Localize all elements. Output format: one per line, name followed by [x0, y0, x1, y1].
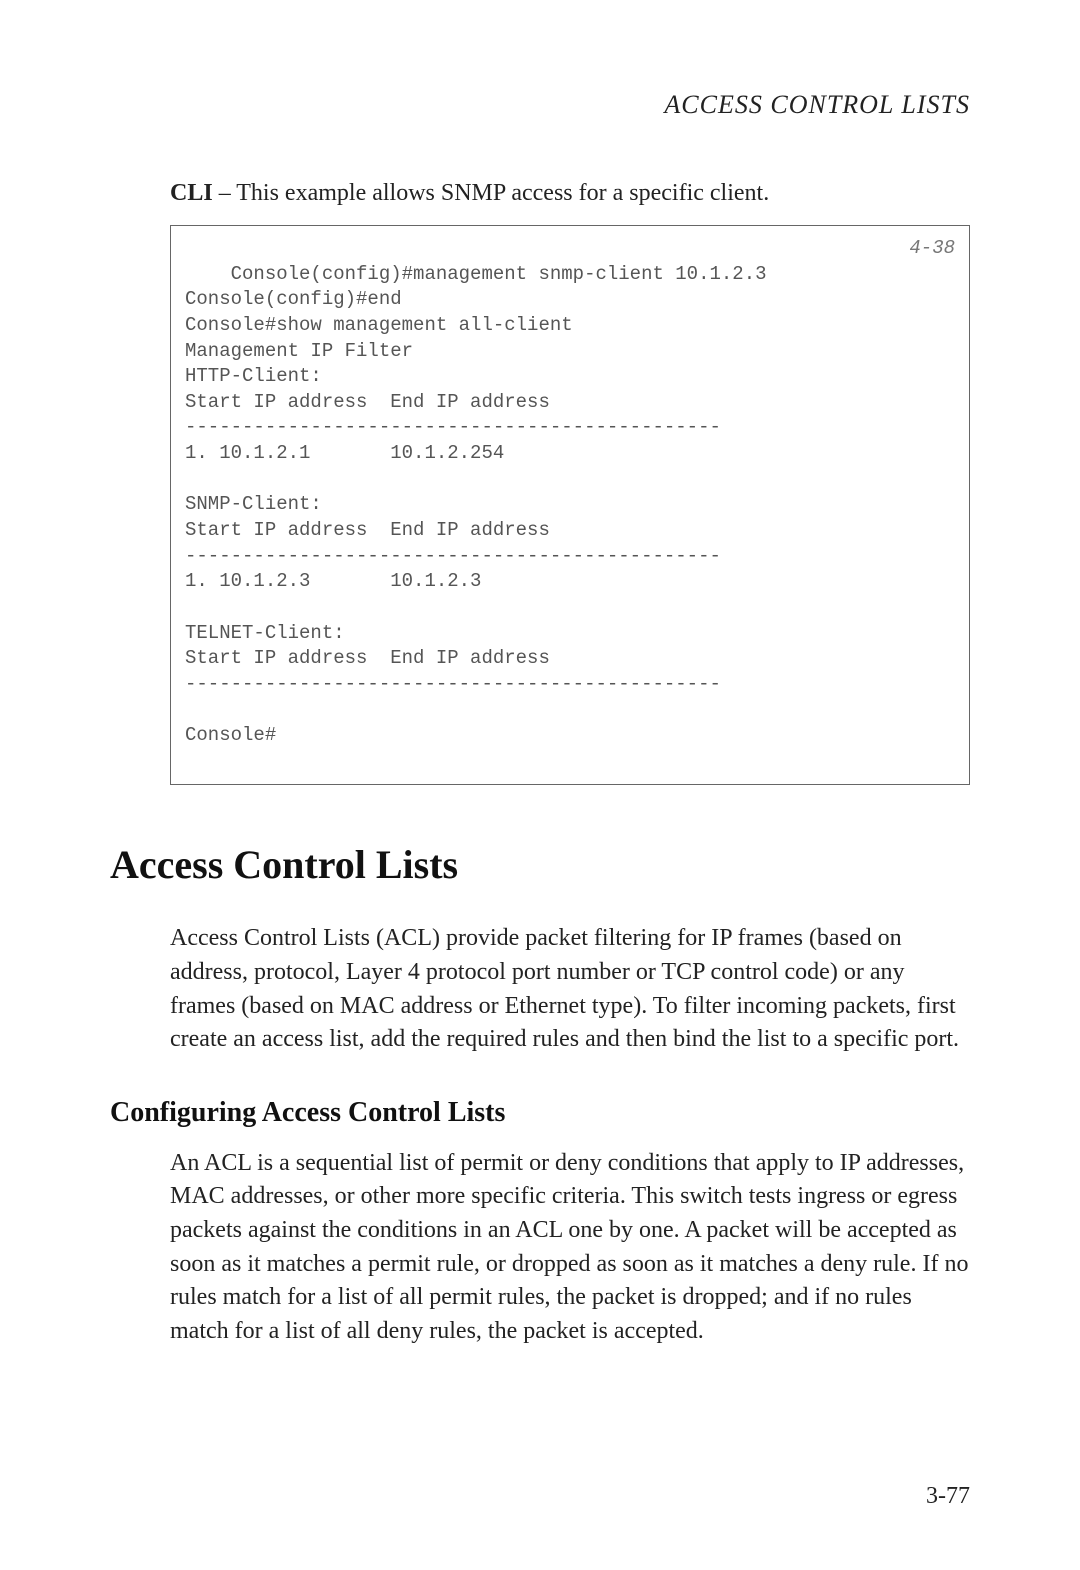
cli-label: CLI — [170, 180, 213, 206]
cli-output-text: Console(config)#management snmp-client 1… — [185, 263, 767, 747]
cli-output-box: 4-38 Console(config)#management snmp-clie… — [170, 225, 970, 785]
cli-intro-text: – This example allows SNMP access for a … — [213, 180, 770, 206]
cli-reference: 4-38 — [909, 236, 955, 262]
cli-intro-line: CLI – This example allows SNMP access fo… — [170, 180, 970, 207]
document-page: ACCESS CONTROL LISTS CLI – This example … — [0, 0, 1080, 1570]
section-paragraph: Access Control Lists (ACL) provide packe… — [170, 922, 970, 1056]
subsection-paragraph: An ACL is a sequential list of permit or… — [170, 1147, 970, 1349]
section-heading: Access Control Lists — [110, 841, 970, 888]
page-number: 3-77 — [926, 1483, 970, 1510]
running-header: ACCESS CONTROL LISTS — [110, 90, 970, 120]
subsection-heading: Configuring Access Control Lists — [110, 1097, 970, 1129]
running-header-text: ACCESS CONTROL LISTS — [664, 90, 970, 119]
